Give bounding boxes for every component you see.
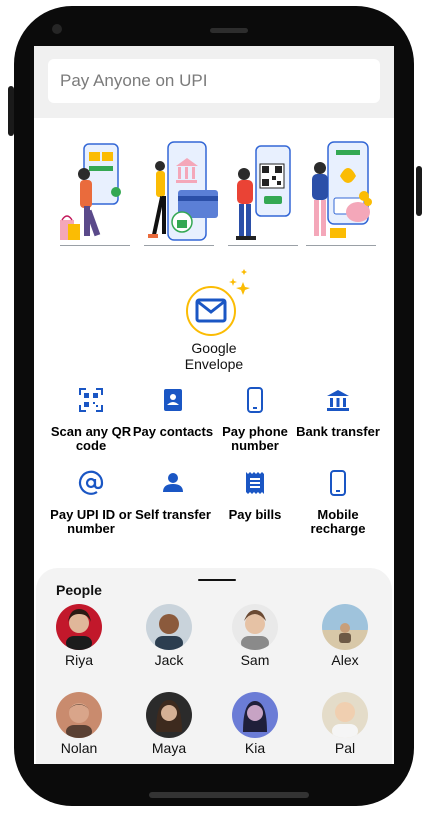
scan-qr-action[interactable]: Scan any QR code [49, 387, 133, 453]
avatar [146, 604, 192, 650]
pay-contacts-label: Pay contacts [132, 424, 214, 439]
self-transfer-label: Self transfer [135, 507, 211, 522]
person-pal[interactable]: Pal [310, 692, 380, 756]
illustration-shopping [54, 140, 134, 248]
google-envelope-label[interactable]: Google Envelope [164, 340, 264, 372]
person-maya[interactable]: Maya [134, 692, 204, 756]
person-name: Kia [244, 740, 266, 756]
illustration-qr-pay [222, 140, 302, 248]
person-sam[interactable]: Sam [220, 604, 290, 668]
ground-line [228, 245, 298, 246]
person-kia[interactable]: Kia [220, 692, 290, 756]
person-riya[interactable]: Riya [44, 604, 114, 668]
at-icon [78, 470, 104, 495]
mobile-icon [330, 470, 346, 496]
illustration-bank [138, 140, 218, 248]
ground-line [306, 245, 376, 246]
avatar [232, 692, 278, 738]
envelope-label-line1: Google [191, 340, 237, 356]
avatar [146, 692, 192, 738]
ground-line [60, 245, 130, 246]
avatar [322, 692, 368, 738]
pay-upi-action[interactable]: Pay UPI ID or number [49, 470, 133, 536]
people-title: People [56, 582, 102, 598]
front-camera [52, 24, 62, 34]
person-alex[interactable]: Alex [310, 604, 380, 668]
volume-button [8, 86, 14, 136]
home-indicator[interactable] [149, 792, 309, 798]
search-input[interactable]: Pay Anyone on UPI [48, 59, 380, 103]
avatar [322, 604, 368, 650]
avatar [232, 604, 278, 650]
power-button [416, 166, 422, 216]
envelope-icon [195, 298, 227, 323]
avatar [56, 692, 102, 738]
pay-upi-label: Pay UPI ID or number [50, 507, 132, 536]
self-transfer-action[interactable]: Self transfer [131, 470, 215, 522]
avatar [56, 604, 102, 650]
sheet-drag-handle[interactable] [198, 579, 236, 581]
pay-contacts-action[interactable]: Pay contacts [131, 387, 215, 439]
pay-bills-label: Pay bills [228, 507, 282, 522]
bank-transfer-action[interactable]: Bank transfer [296, 387, 380, 439]
person-name: Nolan [60, 740, 98, 756]
mobile-recharge-label: Mobile recharge [310, 507, 366, 536]
person-name: Sam [240, 652, 270, 668]
person-name: Jack [154, 652, 184, 668]
illustration-savings [300, 140, 380, 248]
search-bar-area: Pay Anyone on UPI [34, 46, 394, 118]
pay-phone-action[interactable]: Pay phone number [213, 387, 297, 453]
phone-icon [247, 387, 263, 413]
bill-icon [246, 472, 264, 494]
pay-phone-label: Pay phone number [222, 424, 288, 453]
ground-line [144, 245, 214, 246]
person-name: Maya [151, 740, 187, 756]
google-envelope-button[interactable] [186, 286, 236, 336]
bank-transfer-label: Bank transfer [296, 424, 380, 439]
mobile-recharge-action[interactable]: Mobile recharge [296, 470, 380, 536]
pay-bills-action[interactable]: Pay bills [213, 470, 297, 522]
person-jack[interactable]: Jack [134, 604, 204, 668]
earpiece-speaker [210, 28, 248, 33]
person-icon [163, 473, 183, 492]
scan-qr-label: Scan any QR code [50, 424, 132, 453]
app-screen: Pay Anyone on UPI Google Envelope Scan a… [34, 46, 394, 764]
people-sheet: People Riya Jack Sam Alex Nolan Maya Kia… [36, 568, 392, 764]
person-nolan[interactable]: Nolan [44, 692, 114, 756]
envelope-label-line2: Envelope [184, 356, 244, 372]
person-name: Alex [331, 652, 359, 668]
person-name: Pal [334, 740, 356, 756]
contacts-icon [164, 389, 182, 411]
qr-scan-icon [79, 388, 103, 412]
person-name: Riya [64, 652, 93, 668]
bank-icon [327, 390, 349, 411]
